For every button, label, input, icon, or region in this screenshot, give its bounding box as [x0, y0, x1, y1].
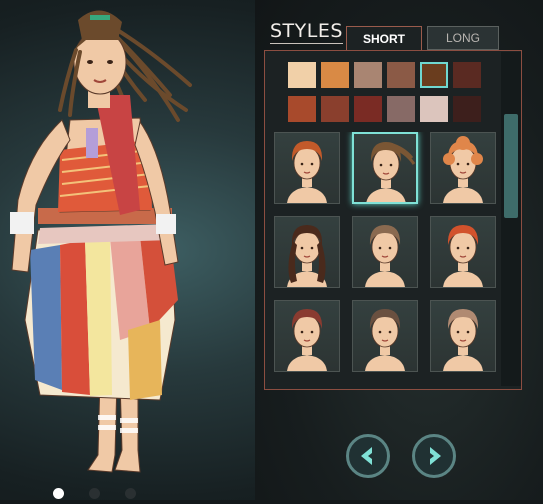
hair-color-swatch[interactable]	[321, 96, 349, 122]
hair-style-thumbnail	[443, 136, 483, 203]
styles-title: STYLES	[270, 20, 343, 44]
hair-style-option-braided-pulled-back[interactable]	[352, 216, 418, 288]
hair-style-option-long-wavy[interactable]	[274, 216, 340, 288]
hair-color-swatch[interactable]	[420, 62, 448, 88]
hair-style-thumbnail	[287, 225, 327, 287]
character-preview	[0, 0, 260, 500]
hair-color-swatch[interactable]	[387, 62, 415, 88]
arrow-left-icon	[361, 447, 372, 465]
hair-style-option-messy-short[interactable]	[274, 300, 340, 372]
hair-style-option-top-knot[interactable]	[352, 300, 418, 372]
hair-style-option-swept-bob[interactable]	[430, 216, 496, 288]
next-button[interactable]	[412, 434, 456, 478]
hair-style-option-dreadlocks-updo[interactable]	[352, 132, 418, 204]
hair-style-thumbnail	[365, 309, 405, 371]
hair-color-swatch[interactable]	[321, 62, 349, 88]
hair-style-thumbnail	[443, 309, 483, 371]
hair-style-thumbnail	[443, 225, 483, 287]
hair-color-swatch[interactable]	[288, 96, 316, 122]
tab-short[interactable]: SHORT	[346, 26, 422, 50]
hair-style-thumbnail	[287, 141, 327, 203]
page-dot-2[interactable]	[89, 488, 100, 499]
hair-style-option-curly-bob[interactable]	[430, 132, 496, 204]
styles-scrollbar-thumb[interactable]	[504, 114, 518, 218]
hair-color-swatch[interactable]	[453, 96, 481, 122]
hair-style-option-short-spiky[interactable]	[274, 132, 340, 204]
page-dot-3[interactable]	[125, 488, 136, 499]
hair-style-grid	[272, 132, 496, 378]
hair-color-palette	[276, 58, 493, 124]
hair-style-thumbnail	[287, 309, 327, 371]
hair-style-thumbnail	[365, 225, 405, 287]
hair-color-swatch[interactable]	[420, 96, 448, 122]
hair-color-swatch[interactable]	[354, 96, 382, 122]
styles-scrollbar[interactable]	[501, 52, 521, 386]
hair-style-thumbnail	[366, 142, 416, 202]
page-dot-1[interactable]	[53, 488, 64, 499]
hair-color-swatch[interactable]	[387, 96, 415, 122]
previous-button[interactable]	[346, 434, 390, 478]
character-figure	[10, 10, 192, 473]
hair-color-swatch[interactable]	[288, 62, 316, 88]
hair-color-swatch[interactable]	[354, 62, 382, 88]
hair-style-option-braided-wrap[interactable]	[430, 300, 496, 372]
hair-color-swatch[interactable]	[453, 62, 481, 88]
tab-long[interactable]: LONG	[427, 26, 499, 50]
arrow-right-icon	[430, 447, 441, 465]
